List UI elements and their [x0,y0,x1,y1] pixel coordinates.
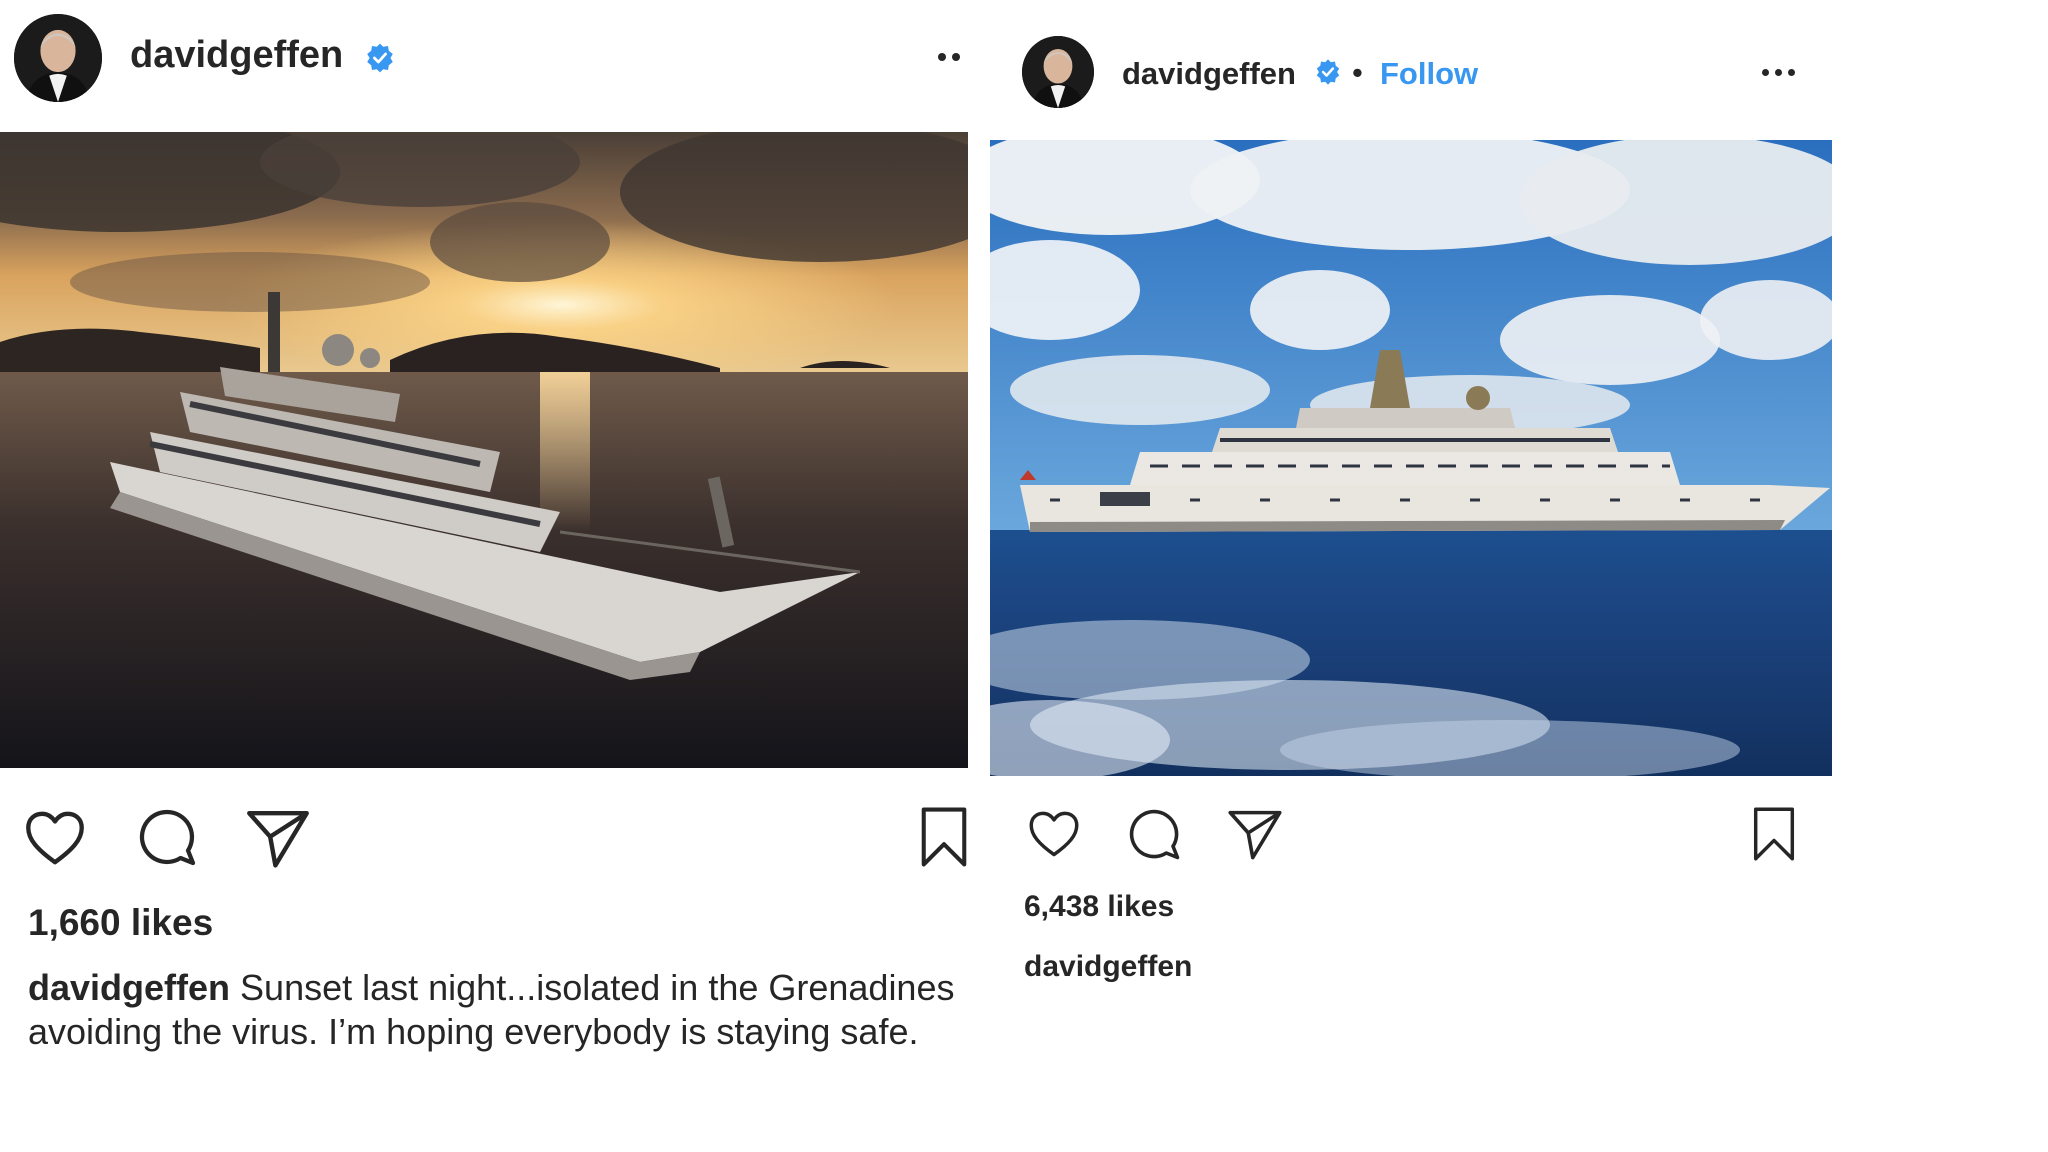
like-heart-icon[interactable] [1028,810,1080,858]
comment-icon[interactable] [1128,808,1182,862]
share-icon[interactable] [246,808,310,868]
caption-username[interactable]: davidgeffen [1024,950,1192,984]
likes-count[interactable]: 6,438 likes [1024,890,1174,924]
verified-badge-icon [364,42,396,74]
comment-icon[interactable] [138,808,198,868]
bookmark-icon[interactable] [920,806,968,868]
bookmark-icon[interactable] [1752,806,1796,862]
avatar[interactable] [14,14,102,102]
caption-username[interactable]: davidgeffen [28,967,230,1008]
post-photo-blue-sea-yacht [990,140,1832,776]
post-username[interactable]: davidgeffen [1122,56,1296,92]
more-options-icon[interactable] [938,53,960,61]
like-heart-icon[interactable] [24,810,86,866]
post-photo-sunset-yacht [0,132,968,768]
post-username[interactable]: davidgeffen [130,34,343,77]
more-options-icon[interactable] [1762,69,1795,76]
post-caption: davidgeffen Sunset last night...isolated… [28,966,978,1092]
screenshot-canvas: davidgeffen 1,660 likes davidgeffen Suns… [0,0,2048,1152]
likes-count[interactable]: 1,660 likes [28,902,213,944]
follow-button[interactable]: Follow [1380,56,1478,92]
separator-dot: • [1352,55,1363,90]
verified-badge-icon [1314,58,1342,86]
share-icon[interactable] [1228,808,1282,860]
avatar[interactable] [1022,36,1094,108]
